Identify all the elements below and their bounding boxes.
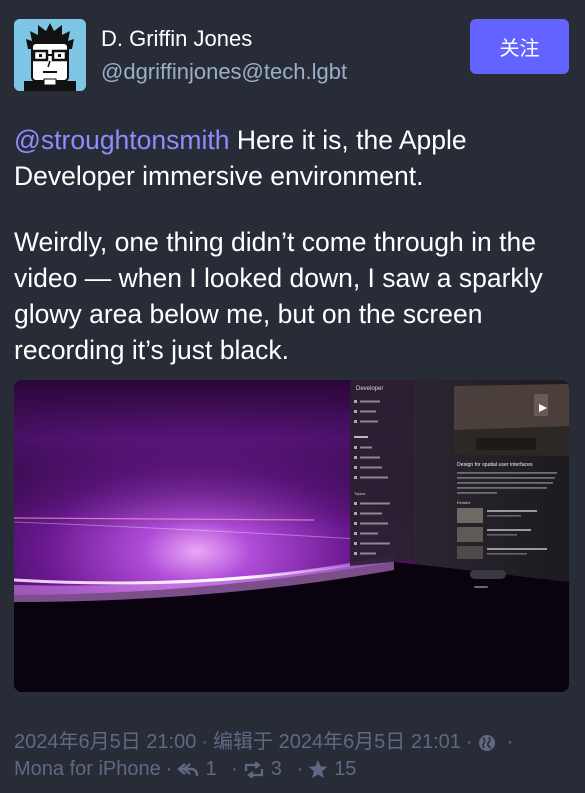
boosts-count: 3 — [270, 758, 282, 780]
status-meta: 2024年6月5日 21:00 · 编辑于 2024年6月5日 21:01 · … — [14, 729, 574, 783]
meta-separator: · — [201, 731, 209, 753]
media-section-topics: Topics — [354, 491, 365, 496]
media-image: Developer Topics Design for spatial user… — [14, 380, 569, 692]
meta-line-1: 2024年6月5日 21:00 · 编辑于 2024年6月5日 21:01 · … — [14, 729, 574, 756]
replies-count: 1 — [205, 758, 217, 780]
content-paragraph-2: Weirdly, one thing didn’t come through i… — [14, 227, 543, 365]
boost-icon[interactable] — [243, 761, 265, 778]
meta-line-2: Mona for iPhone · 1 · 3 · 15 — [14, 756, 574, 783]
content-paragraph-1: @stroughtonsmith Here it is, the Apple D… — [14, 122, 574, 194]
meta-separator: · — [465, 731, 473, 753]
meta-separator: · — [225, 758, 238, 780]
author-handle[interactable]: @dgriffinjones@tech.lgbt — [101, 59, 347, 85]
meta-separator: · — [506, 731, 514, 753]
mention-link[interactable]: @stroughtonsmith — [14, 125, 229, 155]
edited-timestamp[interactable]: 编辑于 2024年6月5日 21:01 — [213, 729, 461, 756]
globe-icon — [478, 734, 496, 752]
avatar-illustration — [14, 19, 86, 91]
media-related-title: Related — [457, 501, 470, 505]
media-attachment[interactable]: Developer Topics Design for spatial user… — [14, 380, 569, 692]
status-timestamp[interactable]: 2024年6月5日 21:00 — [14, 729, 196, 756]
media-app-title: Developer — [356, 386, 383, 392]
status-card: D. Griffin Jones @dgriffinjones@tech.lgb… — [0, 0, 585, 793]
meta-separator: · — [165, 758, 173, 780]
application-name[interactable]: Mona for iPhone — [14, 756, 161, 783]
media-article-title: Design for spatial user interfaces — [457, 462, 533, 468]
meta-separator: · — [290, 758, 304, 780]
avatar[interactable] — [14, 19, 86, 91]
favourites-count: 15 — [334, 758, 357, 780]
star-icon[interactable] — [308, 760, 328, 779]
follow-button[interactable]: 关注 — [470, 19, 569, 74]
status-content: @stroughtonsmith Here it is, the Apple D… — [14, 122, 574, 398]
reply-icon[interactable] — [177, 762, 199, 778]
author-display-name[interactable]: D. Griffin Jones — [101, 26, 252, 52]
